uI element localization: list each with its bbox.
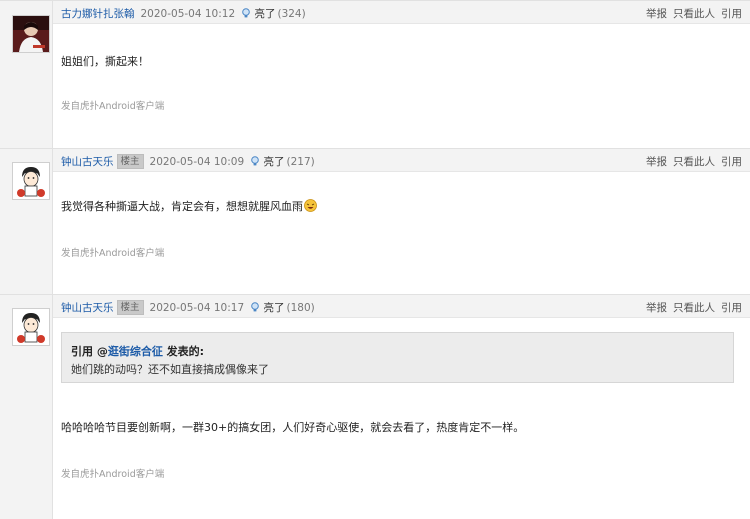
- post-time: 2020-05-04 10:12: [140, 8, 236, 20]
- light-count: (324): [277, 8, 306, 20]
- post-text: 我觉得各种撕逼大战，肯定会有，想想就腥风血雨: [61, 200, 303, 213]
- post-2: 钟山古天乐 楼主 2020-05-04 10:09 亮了 (217) 举报 只看此人 引用…: [0, 148, 750, 295]
- quote-suffix: 发表的:: [162, 345, 205, 358]
- username-link[interactable]: 钟山古天乐: [61, 302, 114, 314]
- report-link[interactable]: 举报: [646, 302, 667, 314]
- light-count: (217): [286, 156, 315, 168]
- lightbulb-icon: [251, 156, 259, 166]
- laughing-emoji-icon: [304, 199, 317, 212]
- post-header: 古力娜针扎张翰 2020-05-04 10:12 亮了 (324) 举报 只看此人 引用: [53, 1, 750, 24]
- post-source[interactable]: 发自虎扑Android客户端: [61, 466, 164, 480]
- light-button[interactable]: 亮了: [250, 156, 284, 168]
- post-actions: 举报 只看此人 引用: [640, 6, 742, 21]
- post-actions: 举报 只看此人 引用: [640, 300, 742, 315]
- post-3: 钟山古天乐 楼主 2020-05-04 10:17 亮了 (180) 举报 只看此人 引用…: [0, 294, 750, 519]
- post-1: 古力娜针扎张翰 2020-05-04 10:12 亮了 (324) 举报 只看此人 引用…: [0, 0, 750, 149]
- quoted-user-link[interactable]: 逛街综合征: [108, 345, 163, 358]
- lightbulb-icon: [242, 8, 250, 18]
- username-link[interactable]: 钟山古天乐: [61, 156, 114, 168]
- avatar-image-icon: [13, 309, 49, 345]
- post-header: 钟山古天乐 楼主 2020-05-04 10:09 亮了 (217) 举报 只看此人 引用: [53, 149, 750, 172]
- post-content: 哈哈哈哈节目要创新啊，一群30+的搞女团，人们好奇心驱使，就会去看了，热度肯定不…: [61, 421, 525, 434]
- avatar[interactable]: [12, 162, 50, 200]
- quote-link[interactable]: 引用: [721, 156, 742, 168]
- quote-text: 她们跳的动吗？还不如直接搞成偶像来了: [71, 363, 269, 376]
- only-this-user-link[interactable]: 只看此人: [673, 156, 715, 168]
- post-actions: 举报 只看此人 引用: [640, 154, 742, 169]
- post-header: 钟山古天乐 楼主 2020-05-04 10:17 亮了 (180) 举报 只看此人 引用: [53, 295, 750, 318]
- only-this-user-link[interactable]: 只看此人: [673, 302, 715, 314]
- post-sidebar: [0, 295, 53, 519]
- post-content: 姐姐们，撕起来！: [61, 55, 149, 68]
- post-sidebar: [0, 1, 53, 149]
- light-button[interactable]: 亮了: [241, 8, 275, 20]
- op-badge: 楼主: [116, 300, 144, 315]
- post-content: 我觉得各种撕逼大战，肯定会有，想想就腥风血雨: [61, 198, 317, 214]
- username-link[interactable]: 古力娜针扎张翰: [61, 8, 135, 20]
- post-source[interactable]: 发自虎扑Android客户端: [61, 98, 164, 112]
- quote-link[interactable]: 引用: [721, 302, 742, 314]
- op-badge: 楼主: [116, 154, 144, 169]
- avatar[interactable]: [12, 15, 50, 53]
- report-link[interactable]: 举报: [646, 8, 667, 20]
- avatar-image-icon: [13, 16, 49, 52]
- post-time: 2020-05-04 10:09: [149, 156, 245, 168]
- light-label: 亮了: [254, 8, 276, 20]
- only-this-user-link[interactable]: 只看此人: [673, 8, 715, 20]
- post-time: 2020-05-04 10:17: [149, 302, 245, 314]
- light-button[interactable]: 亮了: [250, 302, 284, 314]
- light-label: 亮了: [263, 156, 285, 168]
- post-sidebar: [0, 149, 53, 295]
- quote-link[interactable]: 引用: [721, 8, 742, 20]
- quote-block: 引用 @逛街综合征 发表的: 她们跳的动吗？还不如直接搞成偶像来了: [61, 332, 734, 383]
- quote-header: 引用 @逛街综合征 发表的:: [71, 343, 204, 359]
- report-link[interactable]: 举报: [646, 156, 667, 168]
- lightbulb-icon: [251, 302, 259, 312]
- quote-prefix: 引用 @: [71, 345, 108, 358]
- post-source[interactable]: 发自虎扑Android客户端: [61, 245, 164, 259]
- light-count: (180): [286, 302, 315, 314]
- avatar-image-icon: [13, 163, 49, 199]
- avatar[interactable]: [12, 308, 50, 346]
- light-label: 亮了: [263, 302, 285, 314]
